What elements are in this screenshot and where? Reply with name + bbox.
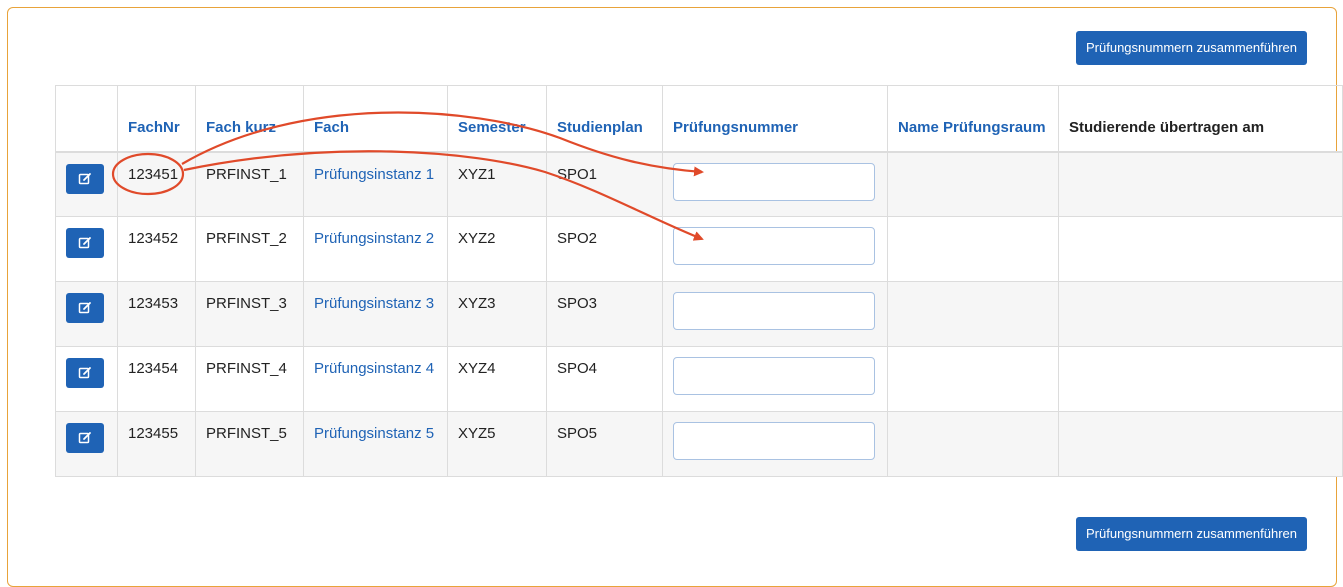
cell-fach-kurz: PRFINST_3 [195, 281, 304, 347]
cell-fach: Prüfungsinstanz 2 [303, 216, 448, 282]
cell-studienplan: SPO4 [546, 346, 663, 412]
table-row: 123452 PRFINST_2 Prüfungsinstanz 2 XYZ2 SPO2 [55, 216, 1343, 282]
cell-uebertragen [1058, 281, 1343, 347]
cell-pruefungsnummer [662, 346, 888, 412]
header-fach[interactable]: Fach [303, 85, 448, 153]
cell-fachnr: 123454 [117, 346, 196, 412]
fach-link[interactable]: Prüfungsinstanz 5 [314, 425, 434, 442]
edit-button[interactable] [66, 163, 104, 194]
cell-fach: Prüfungsinstanz 3 [303, 281, 448, 347]
cell-name-pruefungsraum [887, 346, 1059, 412]
cell-name-pruefungsraum [887, 216, 1059, 282]
pruefungsnummer-input[interactable] [673, 292, 875, 330]
pruefungsnummer-input[interactable] [673, 227, 875, 265]
table-row: 123453 PRFINST_3 Prüfungsinstanz 3 XYZ3 SPO3 [55, 281, 1343, 347]
fach-link[interactable]: Prüfungsinstanz 2 [314, 230, 434, 247]
cell-semester: XYZ1 [447, 151, 547, 217]
cell-studienplan: SPO2 [546, 216, 663, 282]
cell-semester: XYZ5 [447, 411, 547, 477]
pruefungsnummer-input[interactable] [673, 357, 875, 395]
cell-semester: XYZ2 [447, 216, 547, 282]
header-studienplan[interactable]: Studienplan [546, 85, 663, 153]
edit-cell [55, 216, 118, 282]
edit-icon [78, 431, 92, 445]
cell-uebertragen [1058, 151, 1343, 217]
header-semester[interactable]: Semester [447, 85, 547, 153]
cell-fach: Prüfungsinstanz 1 [303, 151, 448, 217]
merge-exam-numbers-button-bottom[interactable]: Prüfungsnummern zusammenführen [1076, 517, 1307, 551]
fach-link[interactable]: Prüfungsinstanz 3 [314, 295, 434, 312]
edit-button[interactable] [66, 228, 104, 258]
exam-table: FachNr Fach kurz Fach Semester Studienpl… [55, 85, 1343, 477]
pruefungsnummer-input[interactable] [673, 422, 875, 460]
cell-studienplan: SPO3 [546, 281, 663, 347]
table-row: 123455 PRFINST_5 Prüfungsinstanz 5 XYZ5 SPO5 [55, 411, 1343, 477]
cell-name-pruefungsraum [887, 281, 1059, 347]
edit-icon [78, 301, 92, 315]
fach-link[interactable]: Prüfungsinstanz 1 [314, 166, 434, 183]
cell-semester: XYZ4 [447, 346, 547, 412]
pruefungsnummer-input[interactable] [673, 162, 875, 201]
edit-button[interactable] [66, 358, 104, 388]
edit-cell [55, 346, 118, 412]
cell-fachnr: 123452 [117, 216, 196, 282]
edit-button[interactable] [66, 293, 104, 323]
merge-exam-numbers-button-top[interactable]: Prüfungsnummern zusammenführen [1076, 31, 1307, 65]
cell-studienplan: SPO5 [546, 411, 663, 477]
edit-cell [55, 151, 118, 217]
cell-pruefungsnummer [662, 216, 888, 282]
cell-uebertragen [1058, 216, 1343, 282]
edit-icon [78, 236, 92, 250]
cell-fach-kurz: PRFINST_4 [195, 346, 304, 412]
cell-pruefungsnummer [662, 411, 888, 477]
cell-name-pruefungsraum [887, 411, 1059, 477]
cell-fach-kurz: PRFINST_2 [195, 216, 304, 282]
header-fach-kurz[interactable]: Fach kurz [195, 85, 304, 153]
table-row: 123454 PRFINST_4 Prüfungsinstanz 4 XYZ4 SPO4 [55, 346, 1343, 412]
header-name-pruefungsraum[interactable]: Name Prüfungsraum [887, 85, 1059, 153]
header-edit [55, 85, 118, 153]
cell-pruefungsnummer [662, 151, 888, 217]
cell-name-pruefungsraum [887, 151, 1059, 217]
edit-cell [55, 281, 118, 347]
cell-fachnr: 123451 [117, 151, 196, 217]
cell-uebertragen [1058, 346, 1343, 412]
cell-uebertragen [1058, 411, 1343, 477]
header-uebertragen: Studierende übertragen am [1058, 85, 1343, 153]
table-row: 123451 PRFINST_1 Prüfungsinstanz 1 XYZ1 SPO1 [55, 151, 1343, 217]
header-fachnr[interactable]: FachNr [117, 85, 196, 153]
cell-semester: XYZ3 [447, 281, 547, 347]
cell-fach-kurz: PRFINST_5 [195, 411, 304, 477]
edit-cell [55, 411, 118, 477]
cell-fach-kurz: PRFINST_1 [195, 151, 304, 217]
cell-fach: Prüfungsinstanz 5 [303, 411, 448, 477]
edit-button[interactable] [66, 423, 104, 453]
fach-link[interactable]: Prüfungsinstanz 4 [314, 360, 434, 377]
header-pruefungsnummer[interactable]: Prüfungsnummer [662, 85, 888, 153]
cell-fachnr: 123453 [117, 281, 196, 347]
cell-fach: Prüfungsinstanz 4 [303, 346, 448, 412]
table-header-row: FachNr Fach kurz Fach Semester Studienpl… [55, 85, 1343, 153]
cell-pruefungsnummer [662, 281, 888, 347]
edit-icon [78, 366, 92, 380]
cell-fachnr: 123455 [117, 411, 196, 477]
cell-studienplan: SPO1 [546, 151, 663, 217]
edit-icon [78, 172, 92, 186]
